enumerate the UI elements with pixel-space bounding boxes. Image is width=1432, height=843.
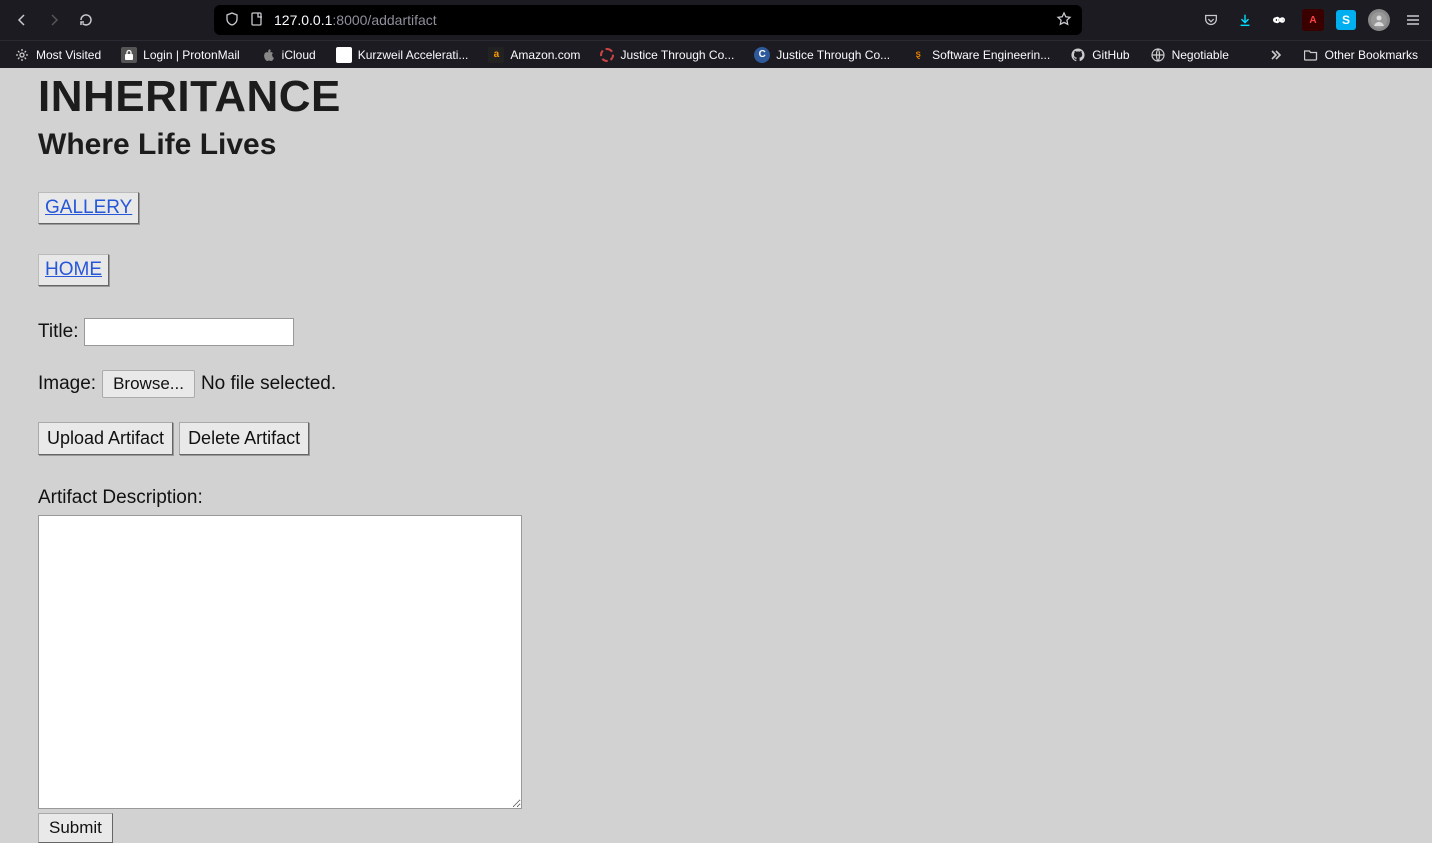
bookmark-kurzweil[interactable]: Kurzweil Accelerati... bbox=[330, 45, 475, 65]
upload-artifact-button[interactable]: Upload Artifact bbox=[38, 422, 173, 455]
circle-icon bbox=[600, 48, 614, 62]
bookmark-star-icon[interactable] bbox=[1056, 11, 1072, 30]
bookmark-amazon[interactable]: a Amazon.com bbox=[482, 45, 586, 65]
pdf-extension-icon[interactable]: A bbox=[1302, 9, 1324, 31]
amazon-icon: a bbox=[488, 47, 504, 63]
description-textarea[interactable] bbox=[38, 515, 522, 809]
bookmark-label: Login | ProtonMail bbox=[143, 48, 240, 62]
letter-s-icon: ȿ bbox=[910, 47, 926, 63]
bookmark-icloud[interactable]: iCloud bbox=[254, 45, 322, 65]
page-heading: INHERITANCE bbox=[38, 72, 1394, 122]
bookmark-most-visited[interactable]: Most Visited bbox=[8, 45, 107, 65]
toolbar-right-icons: A S bbox=[1196, 6, 1424, 34]
title-label: Title: bbox=[38, 321, 78, 343]
github-icon bbox=[1070, 47, 1086, 63]
submit-button[interactable]: Submit bbox=[38, 813, 113, 843]
bookmark-label: iCloud bbox=[282, 48, 316, 62]
bookmark-label: Justice Through Co... bbox=[620, 48, 734, 62]
skype-extension-icon[interactable]: S bbox=[1336, 10, 1356, 30]
browse-button[interactable]: Browse... bbox=[102, 370, 195, 398]
back-button[interactable] bbox=[8, 6, 36, 34]
description-label: Artifact Description: bbox=[38, 487, 1394, 509]
url-path: :8000/addartifact bbox=[332, 12, 436, 28]
url-text: 127.0.0.1:8000/addartifact bbox=[274, 12, 1046, 28]
page-icon bbox=[250, 12, 264, 29]
bookmarks-bar: Most Visited Login | ProtonMail iCloud K… bbox=[0, 40, 1432, 68]
folder-icon bbox=[1303, 47, 1319, 63]
bookmark-justice-1[interactable]: Justice Through Co... bbox=[594, 46, 740, 64]
other-bookmarks[interactable]: Other Bookmarks bbox=[1297, 45, 1424, 65]
profile-avatar[interactable] bbox=[1368, 9, 1390, 31]
bookmark-label: Amazon.com bbox=[510, 48, 580, 62]
title-input[interactable] bbox=[84, 318, 294, 346]
apple-icon bbox=[260, 47, 276, 63]
url-bar[interactable]: 127.0.0.1:8000/addartifact bbox=[214, 5, 1082, 35]
hamburger-menu-icon[interactable] bbox=[1402, 6, 1424, 34]
delete-artifact-button[interactable]: Delete Artifact bbox=[179, 422, 309, 455]
bookmark-justice-2[interactable]: C Justice Through Co... bbox=[748, 45, 896, 65]
home-link[interactable]: HOME bbox=[38, 254, 109, 286]
other-bookmarks-label: Other Bookmarks bbox=[1325, 48, 1418, 62]
file-status: No file selected. bbox=[201, 373, 336, 395]
page-content: INHERITANCE Where Life Lives GALLERY HOM… bbox=[0, 72, 1432, 843]
bookmark-label: GitHub bbox=[1092, 48, 1129, 62]
lock-icon bbox=[121, 47, 137, 63]
bookmark-label: Most Visited bbox=[36, 48, 101, 62]
bookmark-label: Kurzweil Accelerati... bbox=[358, 48, 469, 62]
infinity-icon[interactable] bbox=[1268, 6, 1290, 34]
bookmark-github[interactable]: GitHub bbox=[1064, 45, 1135, 65]
gallery-link[interactable]: GALLERY bbox=[38, 192, 139, 224]
browser-toolbar: 127.0.0.1:8000/addartifact A S bbox=[0, 0, 1432, 40]
globe-icon bbox=[1150, 47, 1166, 63]
bookmark-label: Software Engineerin... bbox=[932, 48, 1050, 62]
bookmark-software-eng[interactable]: ȿ Software Engineerin... bbox=[904, 45, 1056, 65]
bookmark-label: Justice Through Co... bbox=[776, 48, 890, 62]
generic-favicon bbox=[336, 47, 352, 63]
forward-button[interactable] bbox=[40, 6, 68, 34]
pocket-icon[interactable] bbox=[1200, 6, 1222, 34]
downloads-icon[interactable] bbox=[1234, 6, 1256, 34]
image-label: Image: bbox=[38, 373, 96, 395]
letter-c-icon: C bbox=[754, 47, 770, 63]
shield-icon bbox=[224, 11, 240, 30]
bookmark-negotiable[interactable]: Negotiable bbox=[1144, 45, 1235, 65]
bookmarks-overflow-icon[interactable] bbox=[1261, 41, 1289, 69]
bookmark-protonmail[interactable]: Login | ProtonMail bbox=[115, 45, 246, 65]
page-subheading: Where Life Lives bbox=[38, 128, 1394, 162]
url-host: 127.0.0.1 bbox=[274, 12, 332, 28]
star-icon bbox=[14, 47, 30, 63]
reload-button[interactable] bbox=[72, 6, 100, 34]
bookmark-label: Negotiable bbox=[1172, 48, 1229, 62]
